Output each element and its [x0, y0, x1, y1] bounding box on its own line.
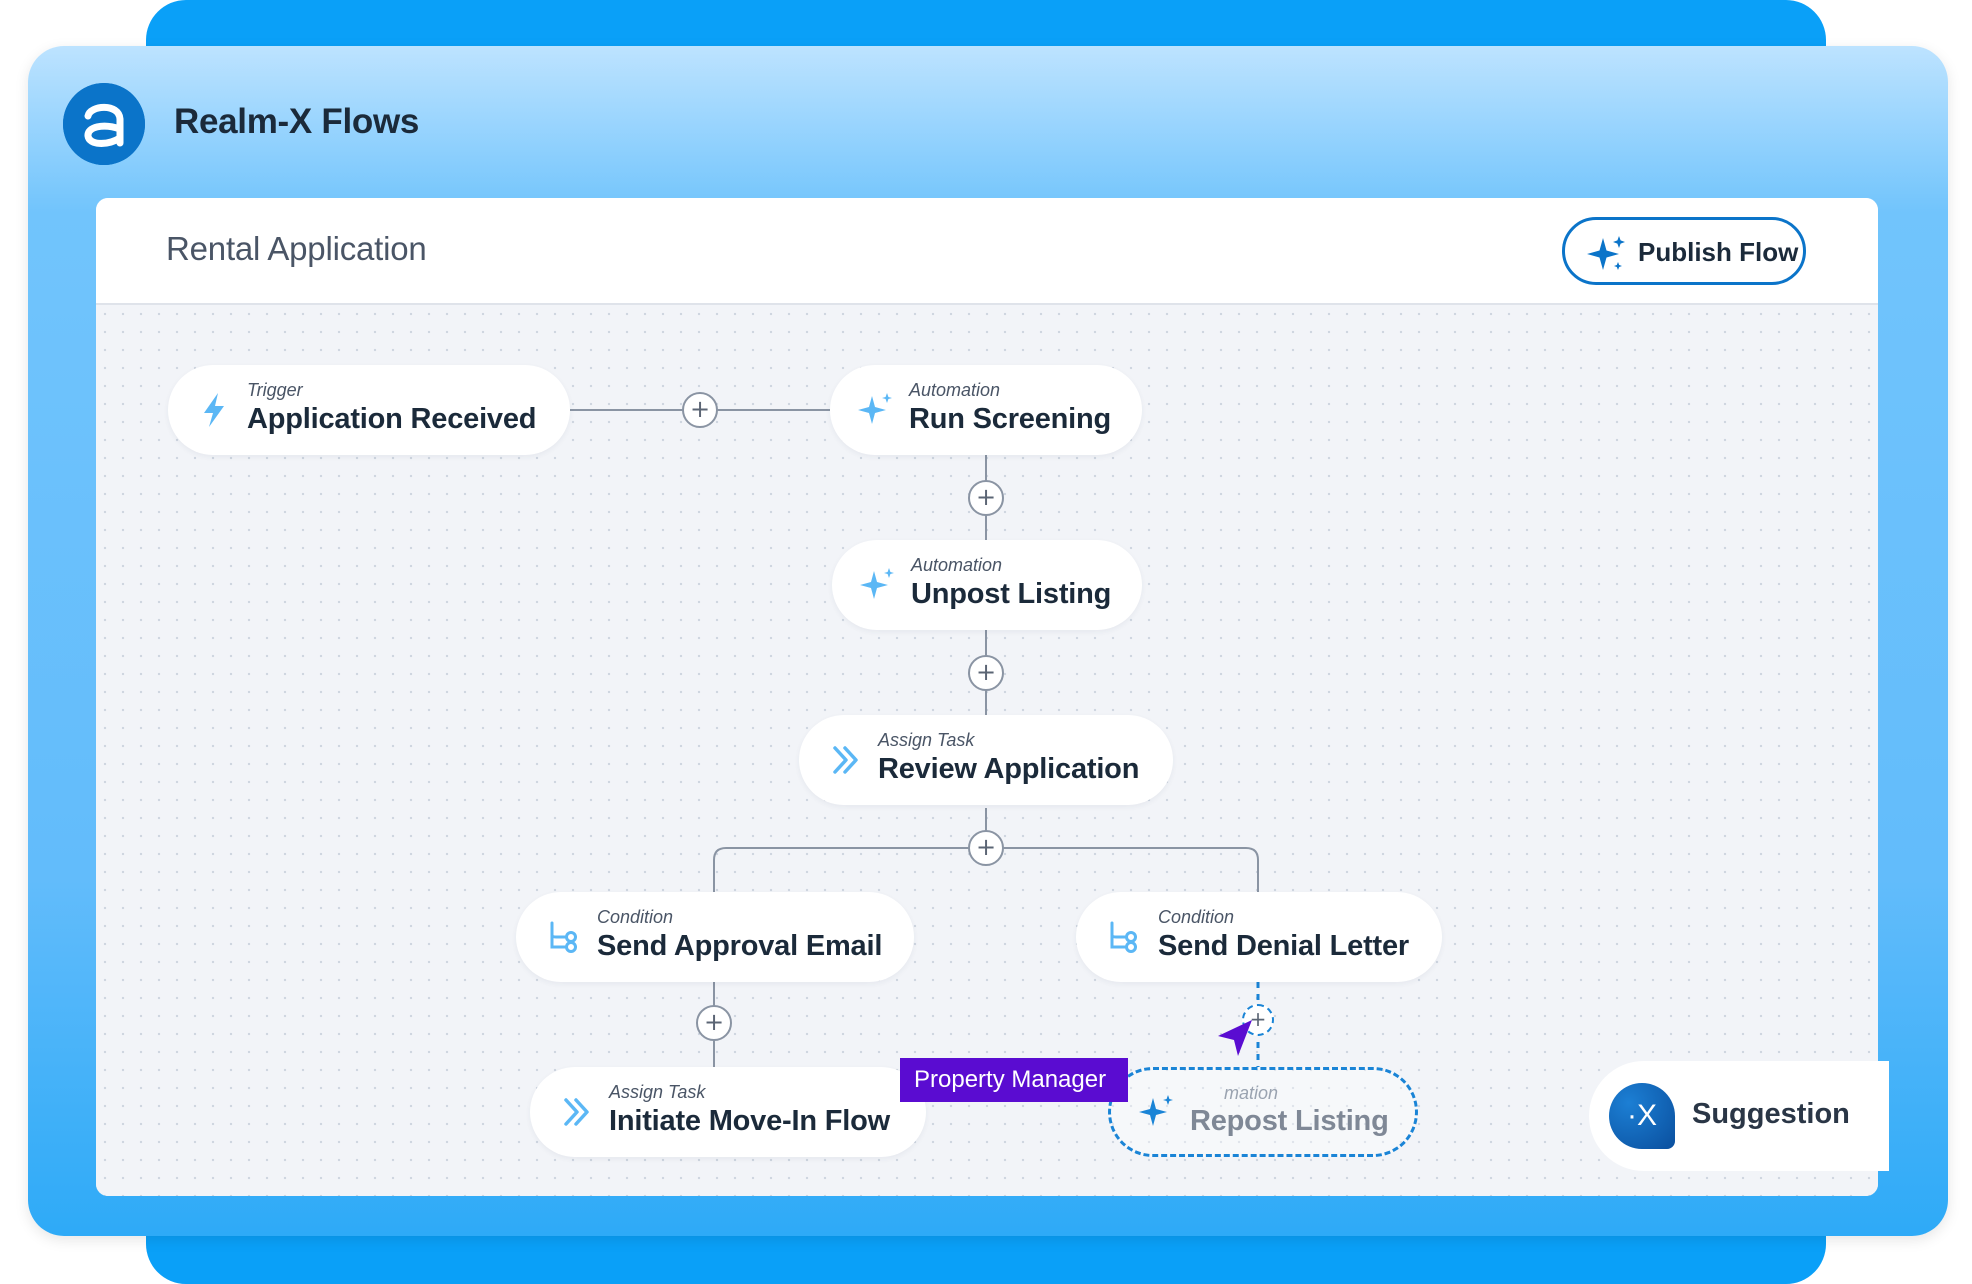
suggestion-label: Suggestion: [1692, 1098, 1850, 1130]
node-type-label: Assign Task: [878, 730, 975, 750]
node-type-label: Automation: [911, 555, 1003, 575]
node-type-label: Condition: [597, 907, 674, 927]
node-title: Initiate Move-In Flow: [609, 1105, 890, 1137]
collaborator-tag: Property Manager: [900, 1058, 1128, 1102]
node-type-label: Automation: [909, 380, 1001, 400]
add-step-button[interactable]: +: [696, 1005, 732, 1041]
branch-icon: [550, 921, 577, 953]
sparkle-icon: [858, 393, 892, 424]
node-title: Run Screening: [909, 403, 1112, 435]
add-step-button[interactable]: +: [682, 392, 718, 428]
node-type-label: Assign Task: [609, 1082, 706, 1102]
lightning-icon: [204, 393, 224, 427]
branch-icon: [1110, 921, 1137, 953]
node-type-label: Trigger: [247, 380, 303, 400]
node-type-label: mation: [1224, 1083, 1279, 1103]
node-title: Review Application: [878, 753, 1140, 785]
node-unpost-listing[interactable]: Automation Unpost Listing: [832, 540, 1142, 630]
node-run-screening[interactable]: Automation Run Screening: [830, 365, 1142, 455]
sparkle-icon: [860, 568, 894, 599]
suggestion-button[interactable]: ·X Suggestion: [1589, 1061, 1889, 1171]
node-application-received[interactable]: Trigger Application Received: [168, 365, 570, 455]
node-send-approval-email[interactable]: Condition Send Approval Email: [516, 892, 914, 982]
node-title: Send Approval Email: [597, 930, 883, 962]
node-send-denial-letter[interactable]: Condition Send Denial Letter: [1076, 892, 1442, 982]
node-title: Application Received: [247, 403, 537, 435]
node-title: Repost Listing: [1190, 1105, 1389, 1137]
node-title: Send Denial Letter: [1158, 930, 1410, 962]
realm-x-assistant-avatar: ·X: [1609, 1083, 1675, 1149]
add-branch-button[interactable]: +: [968, 830, 1004, 866]
node-type-label: Condition: [1158, 907, 1235, 927]
add-step-button[interactable]: +: [968, 655, 1004, 691]
node-initiate-move-in-flow[interactable]: Assign Task Initiate Move-In Flow: [530, 1067, 926, 1157]
node-repost-listing-suggested[interactable]: mation Repost Listing: [1108, 1067, 1418, 1157]
double-chevron-icon: [564, 1098, 589, 1126]
double-chevron-icon: [833, 746, 858, 774]
node-title: Unpost Listing: [911, 578, 1112, 610]
sparkle-icon: [1139, 1095, 1173, 1126]
add-step-button[interactable]: +: [968, 480, 1004, 516]
collaborator-cursor-icon: [1218, 1020, 1252, 1056]
node-review-application[interactable]: Assign Task Review Application: [799, 715, 1173, 805]
